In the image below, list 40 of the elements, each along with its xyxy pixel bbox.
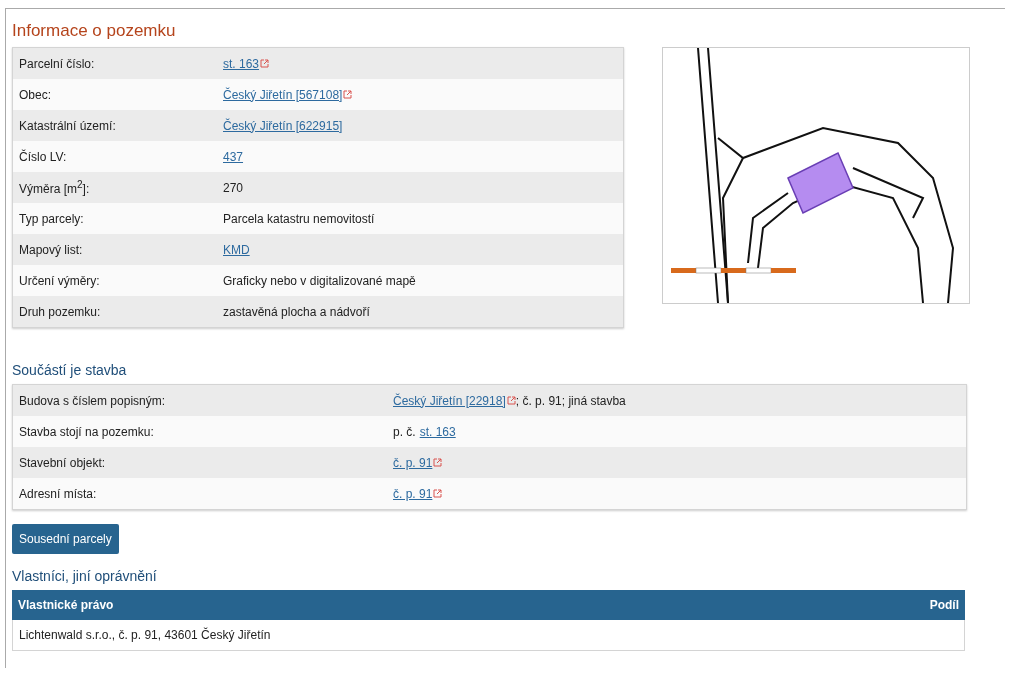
external-link-icon	[433, 489, 443, 498]
field-label: Budova s číslem popisným:	[19, 393, 167, 408]
link[interactable]: Český Jiřetín [22918]	[393, 393, 516, 408]
field-label: Určení výměry:	[19, 273, 101, 288]
value-text: zastavěná plocha a nádvoří	[223, 304, 370, 319]
section-heading: Vlastníci, jiní oprávnění	[12, 568, 158, 584]
table-cell: Lichtenwald s.r.o., č. p. 91, 43601 Český Jiřetín	[19, 628, 271, 642]
external-link-icon	[260, 59, 270, 68]
field-label: Mapový list:	[19, 242, 84, 257]
neighbours-button[interactable]: Sousední parcely	[12, 524, 119, 554]
field-label: Stavební objekt:	[19, 455, 107, 470]
link[interactable]: KMD	[223, 242, 250, 257]
value-text: ; č. p. 91; jiná stavba	[515, 393, 626, 408]
link[interactable]: st. 163	[419, 424, 456, 439]
value-text: 270	[223, 180, 244, 195]
field-label: Katastrální území:	[19, 118, 117, 133]
value-text: p. č.	[393, 424, 416, 439]
link[interactable]: Český Jiřetín [567108]	[223, 87, 353, 102]
field-label: Výměra [m$^{2}$]:	[19, 179, 91, 196]
field-label: Typ parcely:	[19, 211, 85, 226]
column-header: Vlastnické právo	[18, 598, 114, 612]
column-header: Podíl	[929, 598, 959, 612]
link[interactable]: st. 163	[223, 56, 270, 71]
section-heading: Součástí je stavba	[12, 362, 128, 378]
link[interactable]: č. p. 91	[393, 455, 443, 470]
external-link-icon	[343, 90, 353, 99]
page-title: Informace o pozemku	[12, 21, 177, 41]
link[interactable]: 437	[223, 149, 244, 164]
field-label: Stavba stojí na pozemku:	[19, 424, 155, 439]
external-link-icon	[506, 396, 516, 405]
link[interactable]: Český Jiřetín [622915]	[223, 118, 343, 133]
value-text: Graficky nebo v digitalizované mapě	[223, 273, 416, 288]
field-label: Číslo LV:	[19, 149, 68, 164]
field-label: Obec:	[19, 87, 52, 102]
field-label: Adresní místa:	[19, 486, 98, 501]
field-label: Druh pozemku:	[19, 304, 102, 319]
external-link-icon	[433, 458, 443, 467]
value-text: Parcela katastru nemovitostí	[223, 211, 375, 226]
link[interactable]: č. p. 91	[393, 486, 443, 501]
field-label: Parcelní číslo:	[19, 56, 96, 71]
